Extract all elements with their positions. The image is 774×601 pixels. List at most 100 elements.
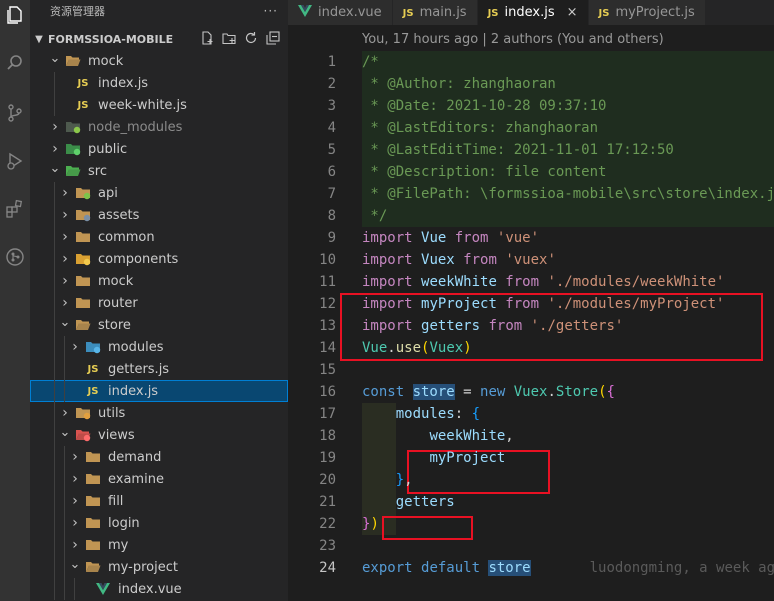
tree-item-src[interactable]: ⌄ src [30, 160, 288, 182]
tab-index-js[interactable]: JS index.js × [477, 0, 589, 25]
tree-item-utils[interactable]: › utils [30, 402, 288, 424]
line-number: 20 [319, 472, 336, 488]
extensions-icon[interactable] [0, 194, 30, 224]
code-token: './modules/myProject' [547, 296, 725, 312]
tree-item-mock[interactable]: ⌄ mock [30, 50, 288, 72]
tree-item-getters-js[interactable]: JS getters.js [30, 358, 288, 380]
tree-item-api[interactable]: › api [30, 182, 288, 204]
tree-item-components[interactable]: › components [30, 248, 288, 270]
tree-item-store[interactable]: ⌄ store [30, 314, 288, 336]
indent-guide [54, 556, 55, 578]
codelens-blame[interactable]: You, 17 hours ago | 2 authors (You and o… [362, 29, 664, 51]
new-file-icon[interactable] [200, 30, 214, 48]
indent-guide [54, 204, 55, 226]
tree-item-index-vue[interactable]: index.vue [30, 578, 288, 600]
code-token: { [606, 384, 615, 400]
code-line[interactable]: /* [362, 51, 774, 73]
chevron-down-icon: ⌄ [59, 424, 71, 440]
explorer-toolbar [200, 30, 280, 48]
tree-item-demand[interactable]: › demand [30, 446, 288, 468]
source-control-icon[interactable] [0, 98, 30, 128]
code-line[interactable]: * @Description: file content [362, 161, 774, 183]
tree-item-router[interactable]: › router [30, 292, 288, 314]
indent-guide [64, 336, 65, 358]
code-token: ( [598, 384, 607, 400]
tree-item-views[interactable]: ⌄ views [30, 424, 288, 446]
code-line[interactable] [362, 535, 774, 557]
code-token: import [362, 318, 422, 334]
code-line[interactable] [362, 359, 774, 381]
code-line[interactable]: * @Author: zhanghaoran [362, 73, 774, 95]
collapse-all-icon[interactable] [266, 30, 280, 48]
code-token: use [395, 340, 422, 356]
gitlens-icon[interactable] [0, 242, 30, 272]
tree-item-label: router [98, 295, 138, 311]
tree-item-common[interactable]: › common [30, 226, 288, 248]
line-number: 13 [319, 318, 336, 334]
code-token: = [454, 384, 481, 400]
tree-item-mock[interactable]: › mock [30, 270, 288, 292]
tree-item-my-project[interactable]: ⌄ my-project [30, 556, 288, 578]
files-icon[interactable] [0, 0, 30, 30]
code-token: weekWhite [421, 274, 497, 290]
indent-guide [64, 358, 65, 380]
chevron-right-icon: › [72, 515, 78, 531]
code-token: : [454, 406, 472, 422]
code-area[interactable]: /* * @Author: zhanghaoran * @Date: 2021-… [340, 51, 774, 579]
tree-item-index-js[interactable]: JS index.js [30, 72, 288, 94]
refresh-icon[interactable] [244, 31, 258, 48]
tree-item-modules[interactable]: › modules [30, 336, 288, 358]
indent-guide [54, 402, 55, 424]
code-line[interactable]: export default store luodongming, a week… [362, 557, 774, 579]
tree-item-fill[interactable]: › fill [30, 490, 288, 512]
code-line[interactable]: * @LastEditors: zhanghaoran [362, 117, 774, 139]
code-token: './modules/weekWhite' [547, 274, 725, 290]
tab-index-vue[interactable]: index.vue [288, 0, 393, 25]
run-debug-icon[interactable] [0, 146, 30, 176]
code-line[interactable]: }, [362, 469, 774, 491]
close-icon[interactable]: × [567, 5, 578, 20]
code-line[interactable]: const store = new Vuex.Store({ [362, 381, 774, 403]
tree-item-my[interactable]: › my [30, 534, 288, 556]
code-line[interactable]: import myProject from './modules/myProje… [362, 293, 774, 315]
line-number: 11 [319, 274, 336, 290]
folder-icon [82, 340, 104, 354]
code-line[interactable]: * @Date: 2021-10-28 09:37:10 [362, 95, 774, 117]
code-line[interactable]: }) [362, 513, 774, 535]
folder-icon [62, 142, 84, 156]
tree-item-week-white-js[interactable]: JS week-white.js [30, 94, 288, 116]
tree-item-node-modules[interactable]: › node_modules [30, 116, 288, 138]
tree-item-examine[interactable]: › examine [30, 468, 288, 490]
more-actions-icon[interactable]: ··· [264, 4, 278, 18]
new-folder-icon[interactable] [222, 31, 236, 48]
tree-item-public[interactable]: › public [30, 138, 288, 160]
code-line[interactable]: * @LastEditTime: 2021-11-01 17:12:50 [362, 139, 774, 161]
line-number: 12 [319, 296, 336, 312]
tree-item-assets[interactable]: › assets [30, 204, 288, 226]
indent-guide [64, 512, 65, 534]
tree-item-index-js[interactable]: JS index.js [30, 380, 288, 402]
tab-myproject-js[interactable]: JS myProject.js [588, 0, 706, 25]
tab-main-js[interactable]: JS main.js [392, 0, 478, 25]
search-icon[interactable] [0, 48, 30, 78]
indent-guide [54, 336, 55, 358]
code-line[interactable]: import getters from './getters' [362, 315, 774, 337]
code-line[interactable]: modules: { [362, 403, 774, 425]
code-line[interactable]: Vue.use(Vuex) [362, 337, 774, 359]
code-token: Vuex [513, 384, 548, 400]
file-tree: ⌄ mock JS index.js JS week-white.js › node_modu… [30, 50, 288, 600]
code-line[interactable]: */ [362, 205, 774, 227]
javascript-file-icon: JS [487, 8, 499, 19]
code-line[interactable]: import Vuex from 'vuex' [362, 249, 774, 271]
code-token: * @Author: zhanghaoran [362, 76, 556, 92]
code-line[interactable]: getters [362, 491, 774, 513]
code-line[interactable]: * @FilePath: \formssioa-mobile\src\store… [362, 183, 774, 205]
code-line[interactable]: myProject [362, 447, 774, 469]
code-editor[interactable]: You, 17 hours ago | 2 authors (You and o… [288, 25, 774, 601]
code-line[interactable]: import weekWhite from './modules/weekWhi… [362, 271, 774, 293]
project-section-header[interactable]: ▼ FORMSSIOA-MOBILE [30, 28, 288, 50]
code-line[interactable]: import Vue from 'vue' [362, 227, 774, 249]
tree-item-login[interactable]: › login [30, 512, 288, 534]
code-line[interactable]: weekWhite, [362, 425, 774, 447]
